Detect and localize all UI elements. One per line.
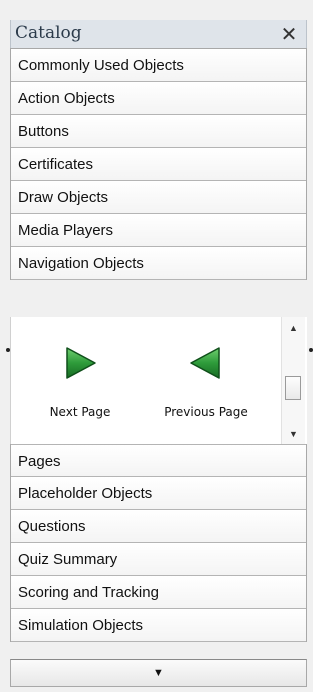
next-page-label: Next Page [49, 405, 111, 419]
category-label: Scoring and Tracking [18, 584, 159, 601]
category-label: Navigation Objects [18, 255, 144, 272]
scroll-thumb[interactable] [285, 376, 301, 400]
category-quiz-summary[interactable]: Quiz Summary [11, 543, 306, 576]
scroll-down-arrow-icon[interactable]: ▼ [282, 423, 305, 445]
category-label: Buttons [18, 123, 69, 140]
next-page-arrow-icon [66, 347, 96, 379]
category-draw-objects[interactable]: Draw Objects [11, 181, 306, 214]
category-label: Action Objects [18, 90, 115, 107]
category-media-players[interactable]: Media Players [11, 214, 306, 247]
previous-page-label: Previous Page [164, 405, 248, 419]
navigation-objects-preview: Next Page Previous Page ▲ ▼ [10, 317, 307, 445]
category-commonly-used-objects[interactable]: Commonly Used Objects [11, 49, 306, 82]
category-label: Draw Objects [18, 189, 109, 206]
category-buttons[interactable]: Buttons [11, 115, 306, 148]
category-placeholder-objects[interactable]: Placeholder Objects [11, 477, 306, 510]
catalog-panel: Catalog ✕ Commonly Used Objects Action O… [0, 0, 313, 692]
category-navigation-objects[interactable]: Navigation Objects [11, 247, 306, 280]
resize-handle-right[interactable] [309, 348, 313, 352]
close-icon[interactable]: ✕ [280, 20, 298, 48]
category-certificates[interactable]: Certificates [11, 148, 306, 181]
category-pages[interactable]: Pages [11, 444, 306, 477]
category-label: Simulation Objects [18, 617, 144, 634]
category-list-bottom: Pages Placeholder Objects Questions Quiz… [10, 444, 307, 642]
category-simulation-objects[interactable]: Simulation Objects [11, 609, 306, 642]
resize-handle-left[interactable] [6, 348, 10, 352]
chevron-down-icon: ▼ [153, 667, 164, 679]
category-label: Pages [18, 453, 61, 470]
category-label: Media Players [18, 222, 114, 239]
previous-page-arrow-icon [190, 347, 220, 379]
preview-scrollbar[interactable]: ▲ ▼ [281, 317, 305, 445]
category-questions[interactable]: Questions [11, 510, 306, 543]
category-action-objects[interactable]: Action Objects [11, 82, 306, 115]
next-page-object[interactable]: Next Page [25, 339, 135, 429]
category-label: Quiz Summary [18, 551, 118, 568]
expand-more-button[interactable]: ▼ [10, 659, 307, 687]
catalog-title-bar: Catalog ✕ [10, 20, 307, 48]
category-label: Certificates [18, 156, 94, 173]
category-label: Commonly Used Objects [18, 57, 184, 74]
category-scoring-and-tracking[interactable]: Scoring and Tracking [11, 576, 306, 609]
category-label: Placeholder Objects [18, 485, 153, 502]
scroll-up-arrow-icon[interactable]: ▲ [282, 317, 305, 339]
category-list-top: Commonly Used Objects Action Objects But… [10, 48, 307, 280]
previous-page-object[interactable]: Previous Page [151, 339, 261, 429]
catalog-title: Catalog [15, 23, 82, 43]
category-label: Questions [18, 518, 86, 535]
